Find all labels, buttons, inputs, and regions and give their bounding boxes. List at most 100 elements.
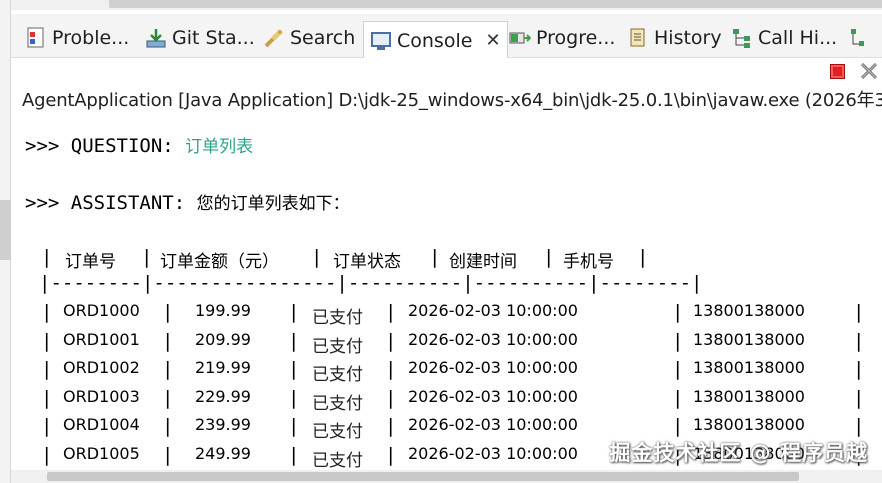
close-icon[interactable]: ✕	[485, 30, 500, 51]
table-cell: 已支付	[312, 336, 363, 357]
remove-launch-icon	[860, 62, 878, 80]
column-header: 订单号	[65, 252, 116, 272]
bottom-scroll-thumb[interactable]	[47, 472, 799, 481]
tab-label: Git Sta...	[172, 27, 255, 49]
top-scrollbar[interactable]	[11, 0, 882, 10]
console-icon	[370, 30, 392, 52]
table-border: |	[672, 358, 684, 381]
tab-overflow[interactable]	[847, 22, 869, 54]
table-cell: ORD1005	[63, 444, 140, 463]
table-cell: 13800138000	[693, 386, 805, 406]
table-cell: 2026-02-03 10:00:00	[408, 301, 578, 320]
table-border: |	[385, 386, 397, 409]
table-border: |	[429, 246, 441, 268]
table-cell: 229.99	[195, 386, 251, 406]
table-border: |	[543, 246, 555, 268]
column-header: 订单状态	[333, 252, 401, 272]
tab-search[interactable]: Search	[263, 22, 355, 54]
top-scroll-thumb[interactable]	[109, 0, 882, 8]
table-cell: ORD1000	[63, 301, 140, 320]
tab-label: Console	[397, 29, 473, 52]
remove-launch-button[interactable]	[857, 59, 881, 83]
table-cell: 199.99	[195, 301, 251, 320]
table-border: |	[162, 444, 174, 466]
table-border: |	[385, 444, 397, 466]
table-cell: 已支付	[312, 393, 363, 414]
column-header: 订单金额（元）	[160, 252, 279, 272]
launch-description: AgentApplication [Java Application] D:\j…	[22, 90, 882, 111]
table-border: |	[41, 358, 53, 381]
bottom-scrollbar[interactable]	[11, 470, 882, 483]
table-cell: 已支付	[312, 365, 363, 386]
table-border: |	[288, 444, 300, 466]
table-border: |	[853, 386, 865, 409]
left-scroll-thumb[interactable]	[0, 200, 11, 260]
table-cell: ORD1004	[63, 415, 140, 435]
tab-label: History	[654, 27, 722, 49]
tab-history[interactable]: History	[627, 22, 722, 54]
table-border: |	[385, 329, 397, 352]
table-border: |	[385, 358, 397, 381]
tab-problems[interactable]: Proble...	[25, 22, 129, 54]
table-border: |	[162, 301, 174, 323]
table-cell: 13800138000	[693, 301, 805, 320]
assistant-label: >>> ASSISTANT:	[25, 192, 197, 214]
table-border: |	[853, 329, 865, 352]
table-border: |	[162, 415, 174, 438]
left-panel-edge	[0, 0, 11, 483]
table-cell: 2026-02-03 10:00:00	[408, 358, 578, 378]
table-border: |	[672, 301, 684, 323]
table-border: |	[853, 358, 865, 381]
table-border: |	[288, 301, 300, 323]
table-border: |	[41, 329, 53, 352]
git-staging-icon	[145, 27, 167, 49]
tab-label: Search	[290, 27, 356, 49]
table-border: |	[637, 246, 649, 268]
table-border: |	[853, 301, 865, 323]
watermark: 掘金技术社区 @ 程序员越	[609, 441, 868, 465]
tab-call-hierarchy[interactable]: Call Hi...	[731, 22, 837, 54]
column-header: 手机号	[563, 252, 614, 272]
table-cell: 13800138000	[693, 415, 805, 435]
table-border: |	[288, 415, 300, 438]
tab-git-staging[interactable]: Git Sta...	[145, 22, 255, 54]
table-border: |	[288, 358, 300, 381]
tab-progress[interactable]: Progre...	[509, 22, 615, 54]
table-border: |	[385, 301, 397, 323]
table-cell: 219.99	[195, 358, 251, 378]
history-icon	[627, 27, 649, 49]
console-output[interactable]: >>> QUESTION: 订单列表 >>> ASSISTANT: 您的订单列表…	[11, 112, 882, 470]
table-cell: 249.99	[195, 444, 251, 463]
tab-label: Progre...	[536, 27, 616, 49]
table-border: |	[288, 329, 300, 352]
table-cell: 2026-02-03 10:00:00	[408, 386, 578, 406]
tab-console[interactable]: Console ✕	[363, 21, 508, 59]
column-header: 创建时间	[449, 252, 517, 272]
table-border: |	[311, 246, 323, 268]
table-cell: 2026-02-03 10:00:00	[408, 329, 578, 349]
table-cell: 209.99	[195, 329, 251, 349]
table-border: |	[385, 415, 397, 438]
table-border: |	[288, 386, 300, 409]
question-value: 订单列表	[185, 137, 254, 157]
table-cell: 13800138000	[693, 329, 805, 349]
table-border: |	[41, 444, 53, 466]
table-border: |	[41, 386, 53, 409]
table-border: |	[672, 386, 684, 409]
table-border: |	[141, 246, 153, 268]
terminate-icon	[829, 63, 845, 79]
table-cell: ORD1002	[63, 358, 140, 378]
tab-label: Call Hi...	[758, 27, 838, 49]
terminate-button[interactable]	[827, 61, 847, 81]
table-cell: 已支付	[312, 422, 363, 443]
table-border: |	[41, 301, 53, 323]
call-hierarchy-icon	[731, 27, 753, 49]
table-cell: 239.99	[195, 415, 251, 435]
table-border: |	[41, 415, 53, 438]
problems-icon	[25, 27, 47, 49]
table-cell: ORD1003	[63, 386, 140, 406]
table-cell: ORD1001	[63, 329, 140, 349]
assistant-line: >>> ASSISTANT: 您的订单列表如下：	[25, 189, 350, 214]
tab-label: Proble...	[52, 27, 130, 49]
table-separator: |--------|----------------|----------|--…	[39, 272, 703, 294]
